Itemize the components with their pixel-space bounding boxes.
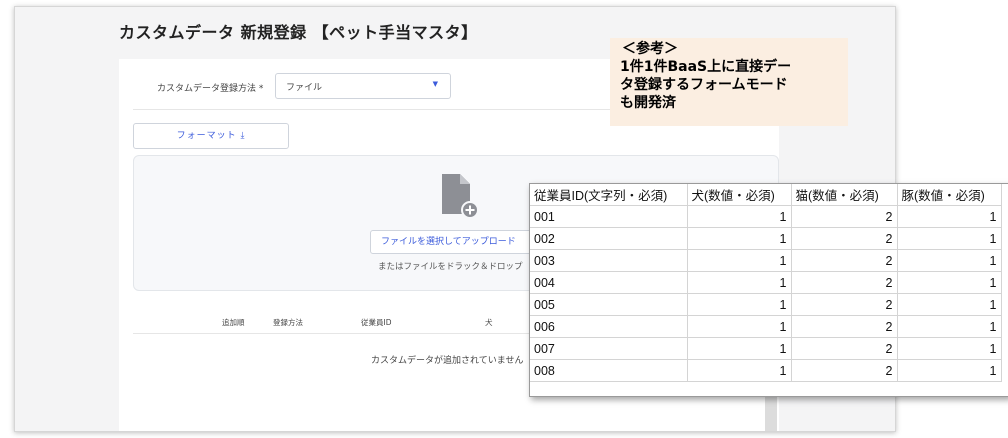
format-download-button[interactable]: フォーマット ⤓ <box>133 123 289 149</box>
spreadsheet-cell: 003 <box>530 249 688 272</box>
spreadsheet-cell: 1 <box>687 315 792 338</box>
spreadsheet-row: 002 1 2 1 <box>530 227 1002 250</box>
spreadsheet-cell: 007 <box>530 337 688 360</box>
table-header-divider <box>133 333 543 334</box>
spreadsheet-header-cell: 従業員ID(文字列・必須) <box>530 184 688 206</box>
spreadsheet-cell: 1 <box>687 271 792 294</box>
note-line: タ登録するフォームモード <box>620 77 788 93</box>
spreadsheet-row: 008 1 2 1 <box>530 359 1002 382</box>
note-heading: ＜参考＞ <box>622 41 678 57</box>
note-line: も開発済 <box>620 95 676 111</box>
spreadsheet-row: 004 1 2 1 <box>530 271 1002 294</box>
column-header-employee-id: 従業員ID <box>361 318 392 327</box>
spreadsheet-cell: 004 <box>530 271 688 294</box>
select-file-upload-button[interactable]: ファイルを選択してアップロード <box>370 230 550 254</box>
registration-method-label: カスタムデータ登録方法 * <box>157 84 264 94</box>
reference-note: ＜参考＞ 1件1件BaaS上に直接デー タ登録するフォームモード も開発済 <box>610 38 848 126</box>
spreadsheet-row: 003 1 2 1 <box>530 249 1002 272</box>
spreadsheet-cell: 2 <box>791 337 898 360</box>
spreadsheet-cell: 1 <box>897 315 1002 338</box>
file-add-icon <box>440 174 480 224</box>
spreadsheet-cell: 2 <box>791 205 898 228</box>
chevron-down-icon: ▼ <box>432 80 438 88</box>
spreadsheet-header-row: 従業員ID(文字列・必須) 犬(数値・必須) 猫(数値・必須) 豚(数値・必須) <box>530 184 1002 206</box>
spreadsheet-header-cell: 犬(数値・必須) <box>687 184 792 206</box>
spreadsheet-table: 従業員ID(文字列・必須) 犬(数値・必須) 猫(数値・必須) 豚(数値・必須)… <box>530 184 1002 382</box>
spreadsheet-cell: 1 <box>897 205 1002 228</box>
spreadsheet-cell: 2 <box>791 227 898 250</box>
spreadsheet-row: 005 1 2 1 <box>530 293 1002 316</box>
spreadsheet-cell: 006 <box>530 315 688 338</box>
empty-table-message: カスタムデータが追加されていません <box>371 356 524 366</box>
spreadsheet-cell: 1 <box>687 227 792 250</box>
spreadsheet-header-cell: 豚(数値・必須) <box>897 184 1002 206</box>
spreadsheet-cell: 1 <box>897 337 1002 360</box>
spreadsheet-cell: 2 <box>791 293 898 316</box>
spreadsheet-cell: 2 <box>791 271 898 294</box>
column-header-method: 登録方法 <box>273 318 303 327</box>
spreadsheet-row: 006 1 2 1 <box>530 315 1002 338</box>
spreadsheet-header-cell: 猫(数値・必須) <box>791 184 898 206</box>
spreadsheet-cell: 1 <box>687 359 792 382</box>
spreadsheet-cell: 1 <box>687 337 792 360</box>
spreadsheet-cell: 1 <box>897 249 1002 272</box>
spreadsheet-sample: 従業員ID(文字列・必須) 犬(数値・必須) 猫(数値・必須) 豚(数値・必須)… <box>529 183 1008 397</box>
drag-drop-hint: またはファイルをドラック＆ドロップ <box>378 262 523 272</box>
spreadsheet-cell: 2 <box>791 359 898 382</box>
spreadsheet-row: 001 1 2 1 <box>530 205 1002 228</box>
spreadsheet-cell: 001 <box>530 205 688 228</box>
spreadsheet-cell: 1 <box>897 359 1002 382</box>
spreadsheet-cell: 005 <box>530 293 688 316</box>
page-title: カスタムデータ 新規登録 【ペット手当マスタ】 <box>119 23 478 42</box>
spreadsheet-cell: 2 <box>791 315 898 338</box>
spreadsheet-cell: 1 <box>687 293 792 316</box>
spreadsheet-cell: 1 <box>897 227 1002 250</box>
spreadsheet-cell: 008 <box>530 359 688 382</box>
registration-method-value: ファイル <box>286 83 323 93</box>
spreadsheet-cell: 1 <box>897 293 1002 316</box>
spreadsheet-cell: 002 <box>530 227 688 250</box>
spreadsheet-cell: 1 <box>687 205 792 228</box>
column-header-order: 追加順 <box>222 318 245 327</box>
registration-method-select[interactable]: ファイル ▼ <box>275 73 451 99</box>
spreadsheet-cell: 1 <box>897 271 1002 294</box>
spreadsheet-cell: 2 <box>791 249 898 272</box>
note-line: 1件1件BaaS上に直接デー <box>620 59 792 75</box>
column-header-dog: 犬 <box>485 318 493 327</box>
spreadsheet-row: 007 1 2 1 <box>530 337 1002 360</box>
spreadsheet-cell: 1 <box>687 249 792 272</box>
